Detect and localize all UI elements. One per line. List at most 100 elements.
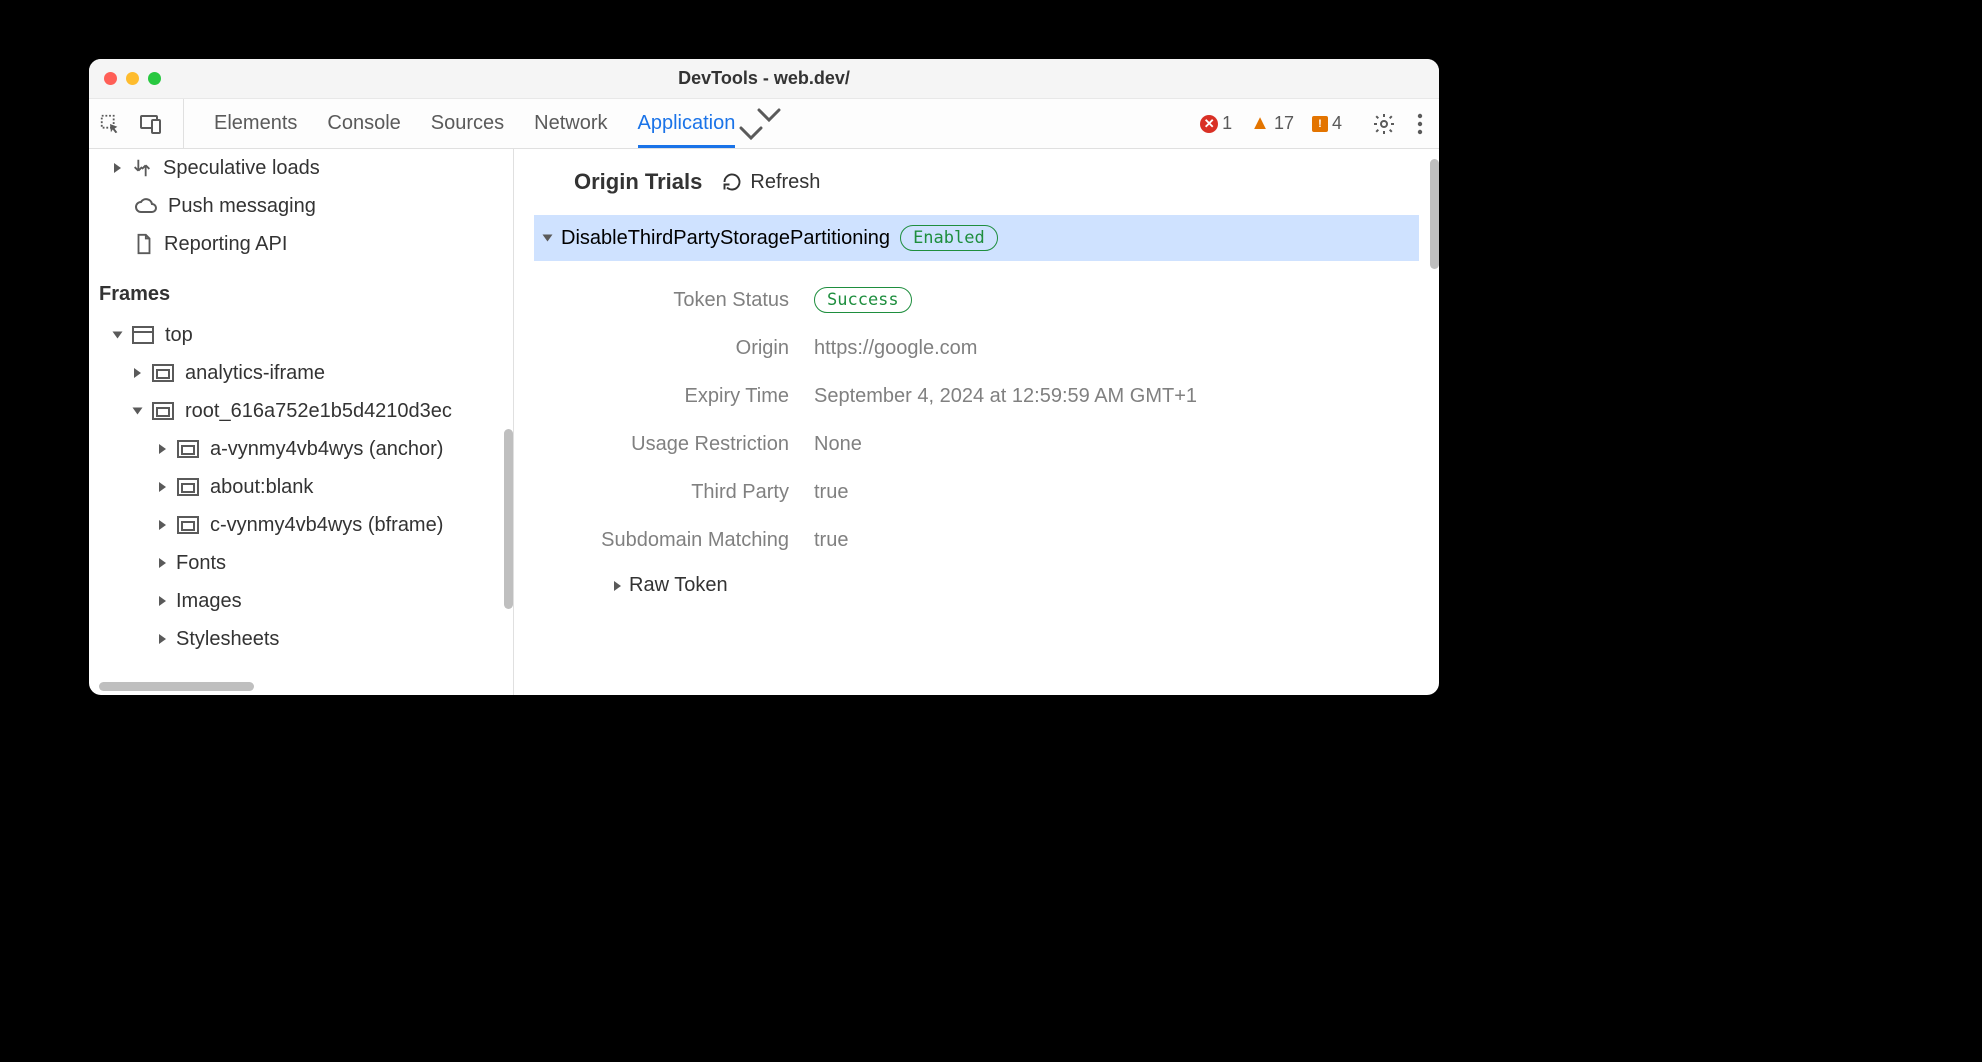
refresh-button[interactable]: Refresh: [722, 171, 820, 194]
frame-label: analytics-iframe: [185, 362, 325, 385]
more-tabs-icon[interactable]: [755, 106, 783, 142]
tab-console[interactable]: Console: [327, 99, 400, 148]
sidebar-item-push-messaging[interactable]: Push messaging: [89, 187, 513, 225]
kebab-menu-icon[interactable]: [1416, 113, 1424, 135]
tab-application[interactable]: Application: [638, 99, 736, 148]
detail-label: Third Party: [534, 481, 789, 504]
frame-stylesheets[interactable]: Stylesheets: [89, 620, 513, 658]
chevron-right-icon: [159, 558, 166, 568]
warning-count[interactable]: ▲ 17: [1250, 112, 1294, 135]
detail-label: Expiry Time: [534, 385, 789, 408]
content-pane: Origin Trials Refresh DisableThirdPartyS…: [514, 149, 1439, 695]
refresh-icon: [722, 172, 742, 192]
device-toolbar-icon[interactable]: [139, 113, 163, 135]
detail-value: None: [814, 433, 862, 456]
iframe-icon: [151, 363, 175, 383]
trial-name: DisableThirdPartyStoragePartitioning: [561, 227, 890, 250]
frame-label: Fonts: [176, 552, 226, 575]
chevron-right-icon: [614, 581, 621, 591]
chevron-right-icon: [114, 163, 121, 173]
chevron-down-icon: [113, 332, 123, 339]
tab-bar: Elements Console Sources Network Applica…: [214, 99, 735, 148]
toolbar-left-icons: [99, 99, 184, 148]
document-icon: [134, 233, 154, 255]
sidebar-tree: Speculative loads Push messaging Reporti…: [89, 149, 513, 658]
warning-icon: ▲: [1250, 112, 1270, 135]
content-header: Origin Trials Refresh: [514, 169, 1439, 215]
tab-sources[interactable]: Sources: [431, 99, 504, 148]
detail-value: https://google.com: [814, 337, 977, 360]
frame-top[interactable]: top: [89, 316, 513, 354]
content-title: Origin Trials: [574, 169, 702, 195]
frame-label: a-vynmy4vb4wys (anchor): [210, 438, 443, 461]
info-count-value: 4: [1332, 113, 1342, 134]
error-count[interactable]: ✕ 1: [1200, 113, 1232, 134]
warning-count-value: 17: [1274, 113, 1294, 134]
chevron-right-icon: [134, 368, 141, 378]
sidebar-item-label: Reporting API: [164, 233, 287, 256]
tab-elements[interactable]: Elements: [214, 99, 297, 148]
frame-anchor[interactable]: a-vynmy4vb4wys (anchor): [89, 430, 513, 468]
detail-expiry: Expiry Time September 4, 2024 at 12:59:5…: [534, 372, 1419, 420]
toolbar: Elements Console Sources Network Applica…: [89, 99, 1439, 149]
window-icon: [131, 325, 155, 345]
info-icon: !: [1312, 116, 1328, 132]
frame-label: about:blank: [210, 476, 313, 499]
detail-token-status: Token Status Success: [534, 276, 1419, 324]
frame-bframe[interactable]: c-vynmy4vb4wys (bframe): [89, 506, 513, 544]
sidebar-item-speculative-loads[interactable]: Speculative loads: [89, 149, 513, 187]
chevron-right-icon: [159, 520, 166, 530]
chevron-right-icon: [159, 444, 166, 454]
frame-root[interactable]: root_616a752e1b5d4210d3ec: [89, 392, 513, 430]
detail-third-party: Third Party true: [534, 468, 1419, 516]
zoom-window-button[interactable]: [148, 72, 161, 85]
close-window-button[interactable]: [104, 72, 117, 85]
devtools-window: DevTools - web.dev/ Elements Console Sou…: [89, 59, 1439, 695]
sidebar-h-scrollbar[interactable]: [99, 682, 254, 691]
iframe-icon: [176, 439, 200, 459]
frame-about-blank[interactable]: about:blank: [89, 468, 513, 506]
iframe-icon: [151, 401, 175, 421]
detail-label: Subdomain Matching: [534, 529, 789, 552]
frame-images[interactable]: Images: [89, 582, 513, 620]
frame-label: root_616a752e1b5d4210d3ec: [185, 400, 452, 423]
detail-value: true: [814, 529, 848, 552]
sidebar-item-label: Push messaging: [168, 195, 316, 218]
detail-origin: Origin https://google.com: [534, 324, 1419, 372]
raw-token-label: Raw Token: [629, 574, 728, 597]
content-scrollbar[interactable]: [1430, 159, 1439, 269]
sidebar: Speculative loads Push messaging Reporti…: [89, 149, 514, 695]
frame-label: c-vynmy4vb4wys (bframe): [210, 514, 443, 537]
raw-token-toggle[interactable]: Raw Token: [514, 574, 1439, 597]
trial-header[interactable]: DisableThirdPartyStoragePartitioning Ena…: [534, 215, 1419, 261]
chevron-right-icon: [159, 482, 166, 492]
frame-fonts[interactable]: Fonts: [89, 544, 513, 582]
minimize-window-button[interactable]: [126, 72, 139, 85]
detail-value: September 4, 2024 at 12:59:59 AM GMT+1: [814, 385, 1197, 408]
detail-usage-restriction: Usage Restriction None: [534, 420, 1419, 468]
iframe-icon: [176, 477, 200, 497]
iframe-icon: [176, 515, 200, 535]
trial-details: Token Status Success Origin https://goog…: [514, 276, 1439, 564]
tab-network[interactable]: Network: [534, 99, 607, 148]
sidebar-item-label: Speculative loads: [163, 157, 320, 180]
traffic-lights: [104, 72, 161, 85]
window-title: DevTools - web.dev/: [678, 68, 850, 89]
chevron-down-icon: [543, 235, 553, 242]
frame-analytics-iframe[interactable]: analytics-iframe: [89, 354, 513, 392]
frame-label: Stylesheets: [176, 628, 279, 651]
toolbar-right: ✕ 1 ▲ 17 ! 4: [1200, 112, 1429, 136]
trial-status-badge: Enabled: [900, 225, 998, 251]
load-arrows-icon: [131, 157, 153, 179]
chevron-down-icon: [133, 408, 143, 415]
info-count[interactable]: ! 4: [1312, 113, 1342, 134]
sidebar-item-reporting-api[interactable]: Reporting API: [89, 225, 513, 263]
frame-label: top: [165, 324, 193, 347]
refresh-label: Refresh: [750, 171, 820, 194]
error-count-value: 1: [1222, 113, 1232, 134]
inspect-element-icon[interactable]: [99, 113, 121, 135]
settings-icon[interactable]: [1372, 112, 1396, 136]
detail-label: Token Status: [534, 289, 789, 312]
sidebar-scrollbar[interactable]: [504, 429, 513, 609]
chevron-right-icon: [159, 596, 166, 606]
